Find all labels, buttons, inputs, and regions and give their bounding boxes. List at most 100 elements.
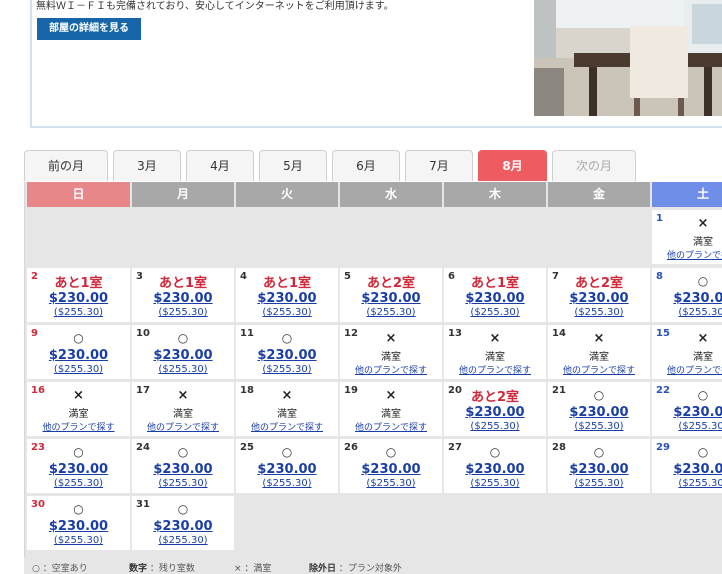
- calendar-day-cell[interactable]: 28 ○ $230.00 ($255.30): [548, 439, 650, 493]
- price-link[interactable]: $230.00: [27, 462, 130, 477]
- price-with-tax-link[interactable]: ($255.30): [132, 535, 234, 546]
- calendar-cell-empty: [652, 496, 722, 550]
- other-plans-link[interactable]: 他のプランで探す: [444, 363, 546, 376]
- price-link[interactable]: $230.00: [132, 291, 234, 306]
- price-link[interactable]: $230.00: [132, 462, 234, 477]
- price-with-tax-link[interactable]: ($255.30): [652, 421, 722, 432]
- other-plans-link[interactable]: 他のプランで探す: [340, 363, 442, 376]
- price-link[interactable]: $230.00: [444, 291, 546, 306]
- price-with-tax-link[interactable]: ($255.30): [236, 364, 338, 375]
- calendar-day-cell[interactable]: 22○$230.00($255.30): [652, 382, 722, 436]
- price-link[interactable]: $230.00: [652, 405, 722, 420]
- price-with-tax-link[interactable]: ($255.30): [548, 307, 650, 318]
- price-link[interactable]: $230.00: [236, 462, 338, 477]
- price-link[interactable]: $230.00: [340, 462, 442, 477]
- calendar-day-cell[interactable]: 27 ○ $230.00 ($255.30): [444, 439, 546, 493]
- legend-vacancy-label: ：空室あり: [42, 564, 88, 574]
- tab-august[interactable]: 8月: [478, 150, 547, 181]
- price-with-tax-link[interactable]: ($255.30): [652, 478, 722, 489]
- rooms-left-label: あと1室: [262, 276, 312, 291]
- price-link[interactable]: $230.00: [548, 462, 650, 477]
- calendar-day-cell[interactable]: 20 あと2室 $230.00 ($255.30): [444, 382, 546, 436]
- room-details-button[interactable]: 部屋の詳細を見る: [37, 18, 141, 40]
- price-with-tax-link[interactable]: ($255.30): [132, 307, 234, 318]
- calendar-day-cell[interactable]: 10 ○ $230.00 ($255.30): [132, 325, 234, 379]
- price-link[interactable]: $230.00: [652, 462, 722, 477]
- calendar-day-cell: 12 × 満室 他のプランで探す: [340, 325, 442, 379]
- room-photo: [534, 0, 722, 116]
- vacancy-indicator: ○: [593, 445, 605, 459]
- calendar-day-cell[interactable]: 25 ○ $230.00 ($255.30): [236, 439, 338, 493]
- legend-number-key: 数字: [129, 564, 148, 574]
- other-plans-link[interactable]: 他のプランで探す: [27, 420, 130, 433]
- price-link[interactable]: $230.00: [340, 291, 442, 306]
- price-with-tax-link[interactable]: ($255.30): [548, 421, 650, 432]
- calendar-day-cell[interactable]: 5 あと2室 $230.00 ($255.30): [340, 268, 442, 322]
- price-link[interactable]: $230.00: [444, 462, 546, 477]
- price-with-tax-link[interactable]: ($255.30): [340, 307, 442, 318]
- price-link[interactable]: $230.00: [548, 291, 650, 306]
- other-plans-link[interactable]: 他のプランで探す: [236, 420, 338, 433]
- legend-excluded-label: ：プラン対象外: [338, 564, 402, 574]
- calendar-day-cell[interactable]: 9 ○ $230.00 ($255.30): [27, 325, 130, 379]
- price-link[interactable]: $230.00: [444, 405, 546, 420]
- price-link[interactable]: $230.00: [27, 519, 130, 534]
- price-with-tax-link[interactable]: ($255.30): [340, 478, 442, 489]
- tab-june[interactable]: 6月: [332, 150, 400, 181]
- calendar-day-cell[interactable]: 23 ○ $230.00 ($255.30): [27, 439, 130, 493]
- price-link[interactable]: $230.00: [236, 291, 338, 306]
- tab-prev-month[interactable]: 前の月: [24, 150, 108, 181]
- price-with-tax-link[interactable]: ($255.30): [27, 478, 130, 489]
- calendar-day-cell[interactable]: 26 ○ $230.00 ($255.30): [340, 439, 442, 493]
- price-with-tax-link[interactable]: ($255.30): [132, 478, 234, 489]
- tab-may[interactable]: 5月: [259, 150, 327, 181]
- price-with-tax-link[interactable]: ($255.30): [548, 478, 650, 489]
- other-plans-link[interactable]: 他のプランで探す: [548, 363, 650, 376]
- other-plans-link[interactable]: 他のプランで探す: [340, 420, 442, 433]
- price-link[interactable]: $230.00: [236, 348, 338, 363]
- price-link[interactable]: $230.00: [27, 291, 130, 306]
- calendar-day-cell[interactable]: 2 あと1室 $230.00 ($255.30): [27, 268, 130, 322]
- price-link[interactable]: $230.00: [548, 405, 650, 420]
- price-with-tax-link[interactable]: ($255.30): [27, 307, 130, 318]
- calendar-day-cell[interactable]: 8○$230.00($255.30): [652, 268, 722, 322]
- legend-vacancy-symbol: ○: [32, 564, 40, 574]
- calendar-day-cell[interactable]: 6 あと1室 $230.00 ($255.30): [444, 268, 546, 322]
- calendar-cell-empty: [132, 210, 234, 264]
- price-with-tax-link[interactable]: ($255.30): [27, 364, 130, 375]
- tab-march[interactable]: 3月: [113, 150, 181, 181]
- calendar-day-cell[interactable]: 7 あと2室 $230.00 ($255.30): [548, 268, 650, 322]
- tab-july[interactable]: 7月: [405, 150, 473, 181]
- weekday-header-thu: 木: [444, 182, 546, 207]
- calendar-day-cell[interactable]: 11 ○ $230.00 ($255.30): [236, 325, 338, 379]
- price-with-tax-link[interactable]: ($255.30): [27, 535, 130, 546]
- price-link[interactable]: $230.00: [132, 519, 234, 534]
- calendar-day-cell[interactable]: 4 あと1室 $230.00 ($255.30): [236, 268, 338, 322]
- price-with-tax-link[interactable]: ($255.30): [652, 307, 722, 318]
- price-with-tax-link[interactable]: ($255.30): [444, 421, 546, 432]
- price-with-tax-link[interactable]: ($255.30): [132, 364, 234, 375]
- calendar-day-cell: 1×満室他のプランで探す: [652, 210, 722, 264]
- calendar-day-cell[interactable]: 31 ○ $230.00 ($255.30): [132, 496, 234, 550]
- price-with-tax-link[interactable]: ($255.30): [444, 307, 546, 318]
- calendar-day-cell[interactable]: 3 あと1室 $230.00 ($255.30): [132, 268, 234, 322]
- tab-april[interactable]: 4月: [186, 150, 254, 181]
- calendar-day-cell: 13 × 満室 他のプランで探す: [444, 325, 546, 379]
- calendar-day-cell[interactable]: 30 ○ $230.00 ($255.30): [27, 496, 130, 550]
- price-with-tax-link[interactable]: ($255.30): [236, 478, 338, 489]
- weekday-header-sat: 土: [652, 182, 722, 207]
- other-plans-link[interactable]: 他のプランで探す: [132, 420, 234, 433]
- weekday-header-fri: 金: [548, 182, 650, 207]
- price-link[interactable]: $230.00: [27, 348, 130, 363]
- other-plans-link[interactable]: 他のプランで探す: [652, 248, 722, 261]
- vacancy-indicator: ○: [73, 331, 84, 345]
- price-link[interactable]: $230.00: [132, 348, 234, 363]
- other-plans-link[interactable]: 他のプランで探す: [652, 363, 722, 376]
- price-link[interactable]: $230.00: [652, 291, 722, 306]
- calendar-day-cell[interactable]: 21 ○ $230.00 ($255.30): [548, 382, 650, 436]
- price-with-tax-link[interactable]: ($255.30): [236, 307, 338, 318]
- calendar-day-cell[interactable]: 24 ○ $230.00 ($255.30): [132, 439, 234, 493]
- rooms-left-label: あと2室: [470, 390, 520, 405]
- calendar-day-cell[interactable]: 29○$230.00($255.30): [652, 439, 722, 493]
- price-with-tax-link[interactable]: ($255.30): [444, 478, 546, 489]
